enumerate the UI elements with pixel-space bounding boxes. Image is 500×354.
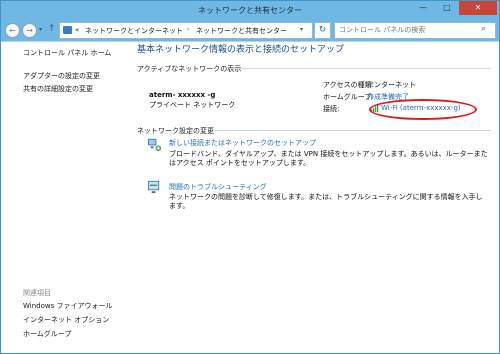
troubleshoot-icon [147, 180, 160, 194]
highlight-annotation [369, 99, 477, 120]
sidebar-item-homegroup[interactable]: ホームグループ [23, 329, 71, 339]
close-button[interactable]: ✕ [459, 1, 497, 15]
breadcrumb-network-sharing-center[interactable]: ネットワークと共有センター [196, 26, 287, 36]
new-connection-icon [147, 138, 162, 152]
forward-arrow-icon[interactable]: → [22, 23, 37, 38]
sidebar: コントロール パネル ホーム アダプターの設定の変更 共有の詳細設定の変更 関連… [1, 42, 129, 353]
section-divider [229, 68, 491, 69]
sidebar-item-change-adapter-settings[interactable]: アダプターの設定の変更 [23, 71, 100, 81]
network-name: aterm- xxxxxx -g [149, 91, 216, 99]
active-networks-section-title: アクティブなネットワークの表示 [137, 65, 242, 73]
setup-new-connection-link[interactable]: 新しい接続またはネットワークのセットアップ [169, 138, 316, 148]
refresh-icon[interactable]: ↻ [314, 22, 331, 39]
search-input[interactable] [337, 24, 479, 36]
network-sharing-center-window: ネットワークと共有センター — □ ✕ ← → ▾ ↑ « ネットワークとインタ… [0, 0, 500, 354]
breadcrumb-overflow[interactable]: « [75, 26, 79, 34]
sidebar-item-advanced-sharing-settings[interactable]: 共有の詳細設定の変更 [23, 84, 93, 94]
sidebar-item-control-panel-home[interactable]: コントロール パネル ホーム [23, 48, 111, 58]
network-type: プライベート ネットワーク [149, 101, 236, 109]
connection-label: 接続: [323, 105, 340, 113]
control-panel-icon [63, 26, 72, 34]
sidebar-item-windows-firewall[interactable]: Windows ファイアウォール [23, 301, 112, 311]
search-box[interactable]: ⌕ [334, 22, 496, 39]
section-divider [215, 130, 491, 131]
address-bar[interactable]: « ネットワークとインターネット › ネットワークと共有センター ▾ [59, 22, 313, 39]
address-toolbar: ← → ▾ ↑ « ネットワークとインターネット › ネットワークと共有センター… [1, 19, 499, 42]
breadcrumb-network-internet[interactable]: ネットワークとインターネット [85, 26, 183, 36]
title-bar[interactable]: ネットワークと共有センター — □ ✕ [1, 1, 499, 19]
main-pane: 基本ネットワーク情報の表示と接続のセットアップ アクティブなネットワークの表示 … [137, 42, 495, 353]
content-area: コントロール パネル ホーム アダプターの設定の変更 共有の詳細設定の変更 関連… [1, 42, 499, 353]
address-dropdown-icon[interactable]: ▾ [300, 26, 303, 33]
back-arrow-icon[interactable]: ← [5, 23, 20, 38]
troubleshoot-problems-description: ネットワークの問題を診断して修復します。または、トラブルシューティングに関する情… [169, 193, 483, 210]
search-icon[interactable]: ⌕ [481, 24, 486, 34]
recent-locations-chevron-icon[interactable]: ▾ [39, 26, 42, 33]
maximize-button[interactable]: □ [435, 1, 459, 15]
sidebar-related-heading: 関連項目 [23, 289, 51, 297]
access-type-value: インターネット [367, 81, 416, 89]
setup-new-connection-description: ブロードバンド、ダイヤルアップ、または VPN 接続をセットアップします。あるい… [169, 150, 488, 167]
minimize-button[interactable]: — [411, 1, 435, 15]
troubleshoot-problems-link[interactable]: 問題のトラブルシューティング [169, 182, 267, 192]
breadcrumb-separator[interactable]: › [187, 26, 189, 33]
page-title: 基本ネットワーク情報の表示と接続のセットアップ [137, 45, 345, 55]
change-settings-section-title: ネットワーク設定の変更 [137, 127, 214, 135]
sidebar-item-internet-options[interactable]: インターネット オプション [23, 315, 109, 325]
up-arrow-icon[interactable]: ↑ [48, 24, 56, 34]
